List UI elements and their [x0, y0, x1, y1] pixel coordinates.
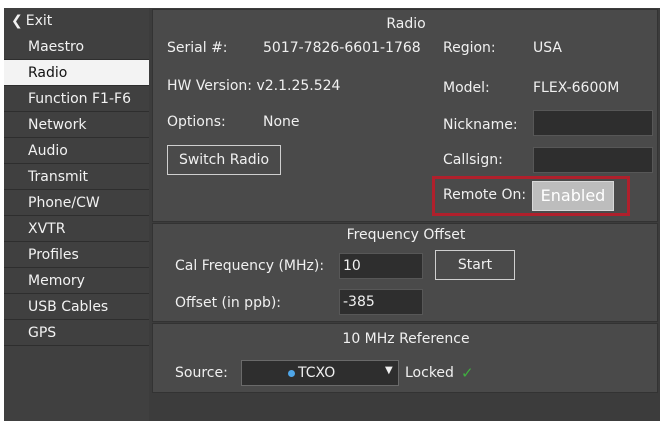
sidebar-item-maestro[interactable]: Maestro	[4, 34, 149, 60]
frequency-offset-panel: Frequency Offset Cal Frequency (MHz): 10…	[152, 223, 658, 322]
sidebar-item-network[interactable]: Network	[4, 112, 149, 138]
serial-label: Serial #:	[167, 40, 228, 56]
callsign-label: Callsign:	[443, 152, 503, 168]
nickname-field[interactable]	[533, 110, 653, 136]
nickname-label: Nickname:	[443, 117, 518, 133]
sidebar-item-gps[interactable]: GPS	[4, 320, 149, 346]
sidebar-item-memory[interactable]: Memory	[4, 268, 149, 294]
chevron-left-icon: ❮	[11, 13, 23, 29]
sidebar-item-phone-cw[interactable]: Phone/CW	[4, 190, 149, 216]
sidebar-item-radio[interactable]: Radio	[4, 60, 149, 86]
source-value: TCXO	[298, 365, 336, 381]
serial-value: 5017-7826-6601-1768	[263, 40, 421, 56]
model-value: FLEX-6600M	[533, 80, 620, 96]
sidebar: ❮ Exit Maestro Radio Function F1-F6 Netwo…	[4, 8, 149, 421]
exit-label: Exit	[25, 13, 53, 29]
offset-label: Offset (in ppb):	[175, 295, 282, 311]
switch-radio-button[interactable]: Switch Radio	[167, 145, 281, 175]
sidebar-item-function-f1-f6[interactable]: Function F1-F6	[4, 86, 149, 112]
options-value: None	[263, 114, 300, 130]
offset-field[interactable]: -385	[339, 289, 423, 315]
chevron-down-icon: ▼	[385, 365, 393, 376]
reference-panel: 10 MHz Reference Source: TCXO ▼ Locked ✓	[152, 323, 658, 393]
source-label: Source:	[175, 365, 228, 381]
locked-label: Locked	[405, 365, 454, 381]
radio-title: Radio	[386, 16, 426, 32]
model-label: Model:	[443, 80, 490, 96]
sidebar-item-audio[interactable]: Audio	[4, 138, 149, 164]
options-label: Options:	[167, 114, 226, 130]
exit-button[interactable]: ❮ Exit	[11, 9, 52, 33]
source-select[interactable]: TCXO ▼	[241, 360, 399, 386]
hw-version: HW Version: v2.1.25.524	[167, 78, 341, 94]
sidebar-item-xvtr[interactable]: XVTR	[4, 216, 149, 242]
remote-on-enabled-button[interactable]: Enabled	[532, 181, 614, 211]
radio-panel: Radio Serial #: 5017-7826-6601-1768 Regi…	[152, 9, 658, 222]
start-button[interactable]: Start	[435, 250, 515, 280]
source-dot-icon	[288, 370, 295, 377]
remote-on-label: Remote On:	[443, 187, 527, 203]
region-value: USA	[533, 40, 562, 56]
frequency-offset-title: Frequency Offset	[346, 227, 466, 243]
sidebar-item-profiles[interactable]: Profiles	[4, 242, 149, 268]
region-label: Region:	[443, 40, 496, 56]
cal-frequency-label: Cal Frequency (MHz):	[175, 258, 325, 274]
reference-title: 10 MHz Reference	[342, 331, 470, 347]
sidebar-item-transmit[interactable]: Transmit	[4, 164, 149, 190]
callsign-field[interactable]	[533, 147, 653, 173]
sidebar-item-usb-cables[interactable]: USB Cables	[4, 294, 149, 320]
check-icon: ✓	[461, 364, 474, 382]
radio-settings-window: ❮ Exit Maestro Radio Function F1-F6 Netwo…	[4, 8, 660, 421]
cal-frequency-field[interactable]: 10	[339, 253, 423, 279]
